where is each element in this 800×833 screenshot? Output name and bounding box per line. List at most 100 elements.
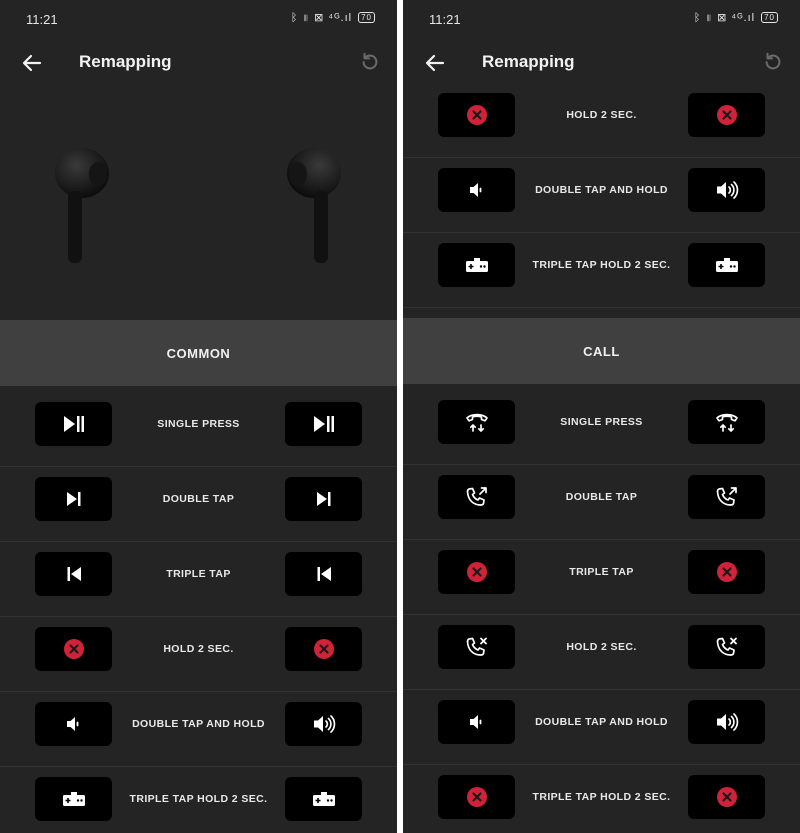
volume-down-icon [65,715,83,733]
right-earbud-action-button[interactable] [285,552,362,596]
gesture-label: DOUBLE TAP [565,491,638,503]
right-earbud-action-button[interactable] [688,243,765,287]
gesture-row-double-tap: DOUBLE TAP [403,465,800,540]
volume-up-icon [312,713,336,735]
right-earbud-action-button[interactable] [285,402,362,446]
left-earbud-action-button[interactable] [35,627,112,671]
right-earbud-action-button[interactable] [688,775,765,819]
battery-icon: 70 [761,12,778,23]
right-earbud-action-button[interactable] [688,625,765,669]
earbuds-image [0,88,397,320]
status-time: 11:21 [429,12,461,27]
play-pause-icon [63,415,85,433]
disabled-icon [716,786,738,808]
signal-icons: ᛒ ⫴ ⊠ ⁴ᴳ.ıl [290,12,353,24]
gesture-label: DOUBLE TAP AND HOLD [535,184,668,196]
right-earbud-icon [287,148,341,263]
gesture-label: DOUBLE TAP [162,493,235,505]
call-transfer-icon [715,486,739,508]
status-time: 11:21 [26,12,58,27]
right-earbud-action-button[interactable] [688,400,765,444]
status-icons: ᛒ ⫴ ⊠ ⁴ᴳ.ıl 70 [694,11,778,24]
status-bar: 11:21 ᛒ ⫴ ⊠ ⁴ᴳ.ıl 70 [0,0,397,38]
right-earbud-action-button[interactable] [688,550,765,594]
left-screen: 11:21 ᛒ ⫴ ⊠ ⁴ᴳ.ıl 70 Remapping COMMON SI… [0,0,397,833]
left-earbud-action-button[interactable] [438,550,515,594]
call-transfer-icon [465,486,489,508]
left-earbud-action-button[interactable] [35,552,112,596]
left-earbud-action-button[interactable] [438,775,515,819]
right-earbud-action-button[interactable] [285,702,362,746]
answer-end-call-icon [465,411,489,433]
disabled-icon [466,561,488,583]
back-arrow-icon[interactable] [20,51,44,75]
gesture-label: HOLD 2 SEC. [163,643,234,655]
right-earbud-action-button[interactable] [285,777,362,821]
right-earbud-action-button[interactable] [688,168,765,212]
left-earbud-action-button[interactable] [438,243,515,287]
right-earbud-action-button[interactable] [285,627,362,671]
right-earbud-action-button[interactable] [688,700,765,744]
answer-end-call-icon [715,411,739,433]
left-earbud-action-button[interactable] [35,702,112,746]
page-title: Remapping [79,52,172,71]
gesture-row-single-press: SINGLE PRESS [0,392,397,467]
left-earbud-action-button[interactable] [438,700,515,744]
gesture-row-triple-tap: TRIPLE TAP [403,540,800,615]
right-earbud-action-button[interactable] [285,477,362,521]
battery-icon: 70 [358,12,375,23]
disabled-icon [716,104,738,126]
volume-down-icon [468,713,486,731]
left-earbud-action-button[interactable] [438,625,515,669]
gesture-label: TRIPLE TAP HOLD 2 SEC. [532,791,671,803]
volume-down-icon [468,181,486,199]
reset-icon[interactable] [359,51,381,73]
gesture-row-double-tap-and-hold: DOUBLE TAP AND HOLD [0,692,397,767]
gesture-row-triple-tap: TRIPLE TAP [0,542,397,617]
left-earbud-action-button[interactable] [438,400,515,444]
gesture-label: SINGLE PRESS [560,416,643,428]
section-header-call: CALL [403,318,800,384]
reject-call-icon [715,636,739,658]
gesture-label: HOLD 2 SEC. [566,109,637,121]
left-earbud-action-button[interactable] [35,402,112,446]
gesture-row-triple-tap-hold-2-sec: TRIPLE TAP HOLD 2 SEC. [0,767,397,833]
disabled-icon [466,786,488,808]
signal-icons: ᛒ ⫴ ⊠ ⁴ᴳ.ıl [693,12,756,24]
disabled-icon [63,638,85,660]
status-icons: ᛒ ⫴ ⊠ ⁴ᴳ.ıl 70 [291,11,375,24]
left-earbud-action-button[interactable] [438,475,515,519]
app-bar: Remapping [403,38,800,88]
previous-track-icon [66,566,82,582]
gesture-label: TRIPLE TAP [166,568,231,580]
gesture-row-hold-2-sec: HOLD 2 SEC. [403,615,800,690]
play-pause-icon [313,415,335,433]
left-earbud-action-button[interactable] [35,477,112,521]
back-arrow-icon[interactable] [423,51,447,75]
gesture-row-double-tap-and-hold: DOUBLE TAP AND HOLD [403,690,800,765]
gesture-label: TRIPLE TAP HOLD 2 SEC. [532,259,671,271]
reject-call-icon [465,636,489,658]
volume-up-icon [715,179,739,201]
right-screen: 11:21 ᛒ ⫴ ⊠ ⁴ᴳ.ıl 70 Remapping HOLD 2 SE… [403,0,800,833]
reset-icon[interactable] [762,51,784,73]
left-earbud-action-button[interactable] [35,777,112,821]
gesture-label: DOUBLE TAP AND HOLD [535,716,668,728]
right-earbud-action-button[interactable] [688,93,765,137]
page-title: Remapping [482,52,575,71]
gesture-row-single-press: SINGLE PRESS [403,390,800,465]
disabled-icon [466,104,488,126]
left-earbud-action-button[interactable] [438,168,515,212]
next-track-icon [316,491,332,507]
gaming-mode-icon [715,257,739,273]
gesture-row-double-tap: DOUBLE TAP [0,467,397,542]
section-header-common: COMMON [0,320,397,386]
status-bar: 11:21 ᛒ ⫴ ⊠ ⁴ᴳ.ıl 70 [403,0,800,38]
gaming-mode-icon [312,791,336,807]
gaming-mode-icon [465,257,489,273]
next-track-icon [66,491,82,507]
left-earbud-action-button[interactable] [438,93,515,137]
left-earbud-icon [55,148,109,263]
gesture-row-double-tap-and-hold: DOUBLE TAP AND HOLD [403,158,800,233]
right-earbud-action-button[interactable] [688,475,765,519]
